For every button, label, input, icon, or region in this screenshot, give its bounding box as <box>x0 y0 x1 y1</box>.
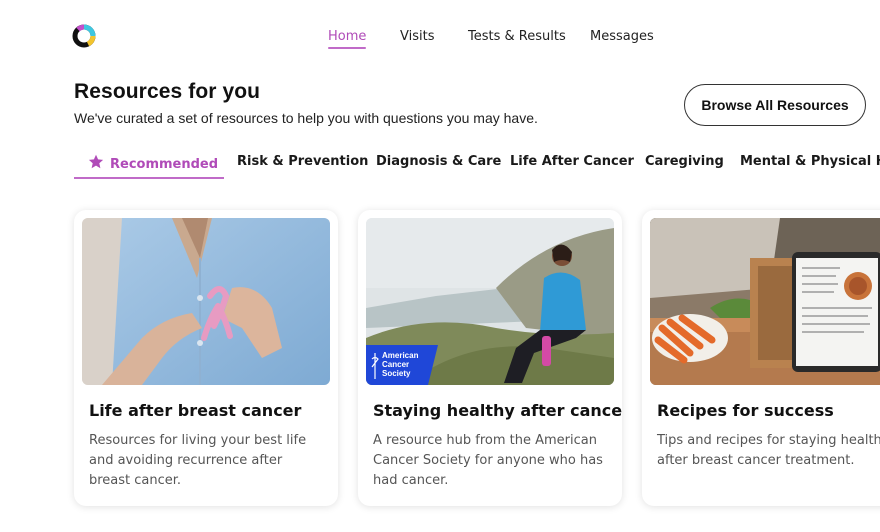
woman-on-hillside-photo: American Cancer Society <box>366 218 614 385</box>
american-cancer-society-logo: American Cancer Society <box>366 345 438 385</box>
nav-tests-results[interactable]: Tests & Results <box>468 29 566 44</box>
resources-page: Home Visits Tests & Results Messages Res… <box>0 0 880 532</box>
tab-life-after-cancer[interactable]: Life After Cancer <box>510 154 634 169</box>
card-description: A resource hub from the American Cancer … <box>373 433 603 488</box>
card-description: Tips and recipes for staying health afte… <box>657 433 880 468</box>
pink-ribbon-photo <box>82 218 330 385</box>
svg-text:American: American <box>382 351 419 360</box>
tab-risk-prevention[interactable]: Risk & Prevention <box>237 154 368 169</box>
active-tab-indicator <box>74 177 224 179</box>
tab-recommended[interactable]: Recommended <box>74 154 218 172</box>
card-description: Resources for living your best life and … <box>89 433 307 488</box>
star-icon <box>88 154 104 169</box>
svg-text:Society: Society <box>382 369 411 378</box>
kitchen-tablet-recipe-photo <box>650 218 880 385</box>
browse-all-resources-button[interactable]: Browse All Resources <box>684 84 866 126</box>
resource-card-life-after-breast-cancer[interactable]: Life after breast cancer Resources for l… <box>74 210 338 506</box>
page-subtitle: We've curated a set of resources to help… <box>74 110 538 126</box>
nav-visits[interactable]: Visits <box>400 29 434 44</box>
tab-label: Recommended <box>110 157 219 172</box>
nav-messages[interactable]: Messages <box>590 29 654 44</box>
tab-diagnosis-care[interactable]: Diagnosis & Care <box>376 154 501 169</box>
svg-text:Cancer: Cancer <box>382 360 409 369</box>
nav-home[interactable]: Home <box>328 29 367 49</box>
resource-card-recipes-for-success[interactable]: Recipes for success Tips and recipes for… <box>642 210 880 506</box>
card-title: Recipes for success <box>657 401 834 420</box>
ring-logo-icon[interactable] <box>71 23 97 49</box>
page-title: Resources for you <box>74 80 261 103</box>
card-title: Life after breast cancer <box>89 401 302 420</box>
card-title: Staying healthy after cancer <box>373 401 622 420</box>
tab-caregiving[interactable]: Caregiving <box>645 154 724 169</box>
resource-card-staying-healthy[interactable]: American Cancer Society Staying healthy … <box>358 210 622 506</box>
category-tabs: Recommended Risk & Prevention Diagnosis … <box>74 152 880 180</box>
tab-mental-physical-health[interactable]: Mental & Physical Hea <box>740 154 880 169</box>
